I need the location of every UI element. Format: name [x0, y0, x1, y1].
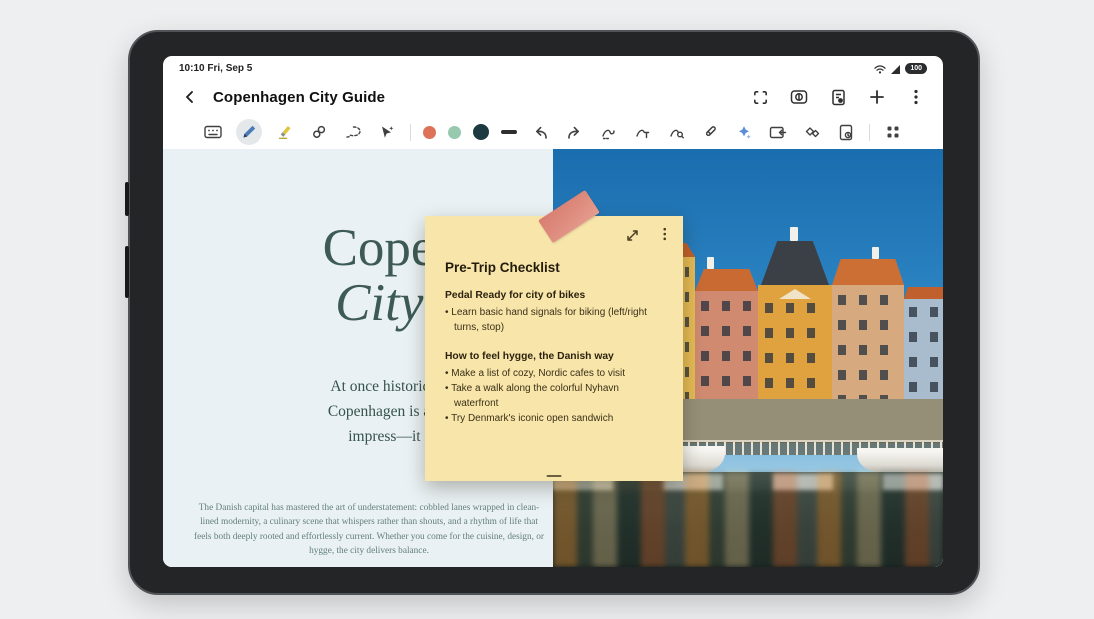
document-footer-paragraph: The Danish capital has mastered the art …: [193, 501, 545, 559]
building-amber-mansard: [758, 241, 832, 403]
status-bar: 10:10 Fri, Sep 5 100: [163, 56, 943, 79]
color-swatch-mint[interactable]: [448, 126, 461, 139]
cellular-signal-icon: [890, 64, 901, 74]
stroke-thickness-icon[interactable]: [501, 130, 517, 134]
page-title: Copenhagen City Guide: [213, 89, 385, 106]
pen-toolbar: [163, 115, 943, 149]
handwriting-straighten-icon[interactable]: [597, 121, 619, 143]
water-building-reflection: [553, 472, 943, 567]
highlighter-icon[interactable]: [274, 121, 296, 143]
more-menu-icon[interactable]: [907, 88, 925, 106]
canal-water: [553, 472, 943, 567]
note-section-heading: Pedal Ready for city of bikes: [445, 290, 663, 301]
ai-assist-icon[interactable]: [733, 121, 755, 143]
toolbar-divider: [869, 124, 870, 141]
building-tan: [832, 259, 904, 403]
status-datetime: 10:10 Fri, Sep 5: [179, 63, 252, 74]
note-checklist-item: • Make a list of cozy, Nordic cafes to v…: [445, 366, 663, 381]
volume-button: [125, 246, 129, 298]
note-title: Pre-Trip Checklist: [445, 260, 663, 275]
page-layout-icon[interactable]: [790, 88, 808, 106]
back-icon[interactable]: [181, 88, 199, 106]
eraser-icon[interactable]: [308, 121, 330, 143]
lasso-select-icon[interactable]: [342, 121, 364, 143]
sticky-note[interactable]: Pre-Trip Checklist Pedal Ready for city …: [425, 216, 683, 481]
building-bluegray: [904, 287, 943, 403]
shapes-icon[interactable]: [801, 121, 823, 143]
note-canvas: Copenh City G At once historic and for C…: [163, 149, 943, 567]
pen-tool-icon[interactable]: [236, 119, 262, 145]
document-scan-icon[interactable]: [829, 88, 847, 106]
expand-note-icon[interactable]: [626, 229, 639, 242]
building-salmon: [695, 269, 758, 403]
boat: [857, 448, 943, 472]
toolbar-divider: [410, 124, 411, 141]
tablet-screen: 10:10 Fri, Sep 5 100 Copenhagen City Gui…: [163, 56, 943, 567]
smart-pen-icon[interactable]: [699, 121, 721, 143]
note-menu-icon[interactable]: [663, 227, 667, 241]
color-swatch-coral[interactable]: [423, 126, 436, 139]
handwriting-search-icon[interactable]: [665, 121, 687, 143]
power-button: [125, 182, 129, 216]
color-swatch-navy-selected[interactable]: [473, 124, 489, 140]
redo-icon[interactable]: [563, 121, 585, 143]
battery-icon: 100: [905, 63, 927, 74]
fullscreen-icon[interactable]: [751, 88, 769, 106]
add-page-icon[interactable]: [868, 88, 886, 106]
undo-icon[interactable]: [529, 121, 551, 143]
note-checklist-item: • Learn basic hand signals for biking (l…: [445, 305, 663, 335]
handwriting-to-text-icon[interactable]: [631, 121, 653, 143]
page-template-icon[interactable]: [835, 121, 857, 143]
ai-select-icon[interactable]: [376, 121, 398, 143]
more-tools-grid-icon[interactable]: [882, 121, 904, 143]
tablet-device: 10:10 Fri, Sep 5 100 Copenhagen City Gui…: [128, 30, 980, 595]
keyboard-icon[interactable]: [202, 121, 224, 143]
wifi-icon: [874, 64, 886, 74]
insert-textbox-icon[interactable]: [767, 121, 789, 143]
note-checklist-item: • Take a walk along the colorful Nyhavn …: [445, 381, 663, 411]
note-section-heading: How to feel hygge, the Danish way: [445, 351, 663, 362]
title-bar: Copenhagen City Guide: [163, 79, 943, 115]
note-checklist-item: • Try Denmark's iconic open sandwich: [445, 411, 663, 426]
note-resize-handle[interactable]: [547, 475, 562, 477]
